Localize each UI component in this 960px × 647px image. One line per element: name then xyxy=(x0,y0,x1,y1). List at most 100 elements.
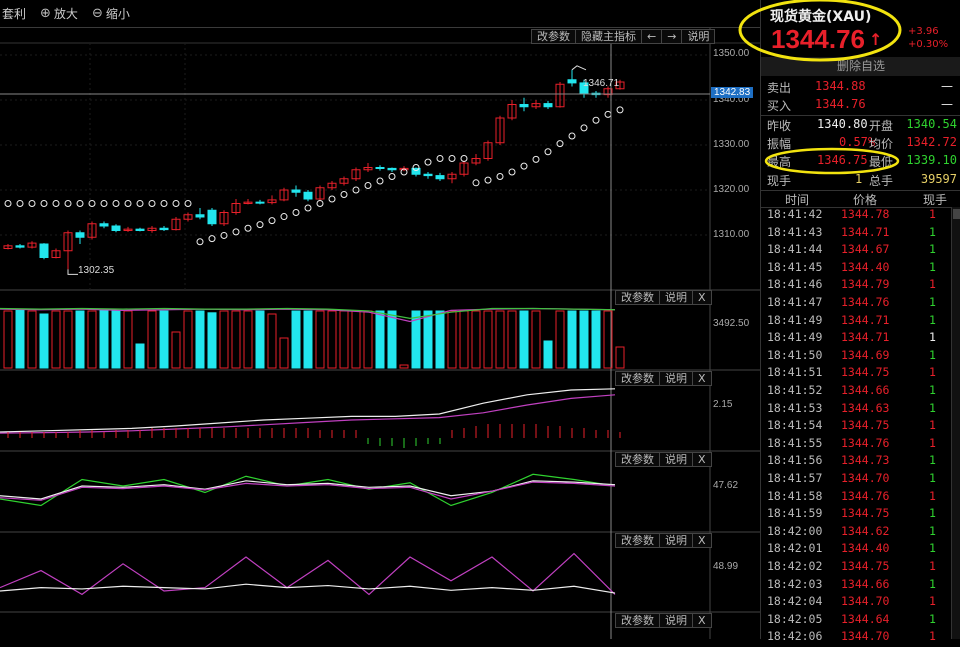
close-button[interactable]: X xyxy=(693,291,711,304)
arbitrage-button[interactable]: 套利 xyxy=(2,5,26,22)
help-button[interactable]: 说明 xyxy=(682,30,714,43)
zoom-in-button[interactable]: ⊕ 放大 xyxy=(40,5,78,22)
scroll-up-arrow-icon[interactable] xyxy=(953,209,960,219)
ticks-scrollbar[interactable] xyxy=(951,207,960,639)
zoom-out-icon: ⊖ xyxy=(91,6,103,21)
volume-bar xyxy=(147,310,157,369)
volume-bar xyxy=(15,309,25,369)
hide-main-indicator-button[interactable]: 隐藏主指标 xyxy=(576,30,642,43)
tick-volume: 1 xyxy=(929,629,936,644)
sar-dot xyxy=(16,200,24,207)
sar-dot xyxy=(196,238,204,246)
sar-dot xyxy=(460,155,468,162)
sar-dot xyxy=(496,173,504,180)
zoom-in-label: 放大 xyxy=(53,7,78,21)
sar-dot xyxy=(172,200,180,207)
divider xyxy=(761,115,960,116)
tick-volume: 1 xyxy=(929,383,936,397)
tick-volume: 1 xyxy=(929,594,936,609)
tick-time: 18:42:05 xyxy=(767,611,823,626)
volume-bar xyxy=(375,310,385,369)
help-button[interactable]: 说明 xyxy=(660,372,693,385)
close-button[interactable]: X xyxy=(693,372,711,385)
arrow-left-button[interactable]: ← xyxy=(642,30,663,43)
tick-time: 18:42:04 xyxy=(767,594,823,609)
tick-volume: 1 xyxy=(929,506,936,521)
edit-params-button[interactable]: 改参数 xyxy=(616,534,660,547)
tick-price: 1344.73 xyxy=(841,453,890,468)
tick-volume: 1 xyxy=(929,541,936,556)
sar-dot xyxy=(580,124,588,132)
tick-time: 18:41:42 xyxy=(767,207,823,221)
sar-dot xyxy=(40,200,48,207)
tick-price: 1344.70 xyxy=(841,471,890,485)
bid-row: 买入 1344.76 — xyxy=(767,97,957,115)
indicator-buttons: 改参数 说明 X xyxy=(615,371,712,386)
tick-row: 18:41:55 1344.76 1 xyxy=(767,436,953,454)
volume-bar xyxy=(567,310,577,369)
volume-bar xyxy=(507,310,517,369)
tick-volume: 1 xyxy=(929,277,936,292)
tick-volume: 1 xyxy=(929,471,936,485)
indicator-axis-label: 48.99 xyxy=(713,561,739,572)
indicator-buttons: 改参数 说明 X xyxy=(615,290,712,305)
close-button[interactable]: X xyxy=(693,614,711,627)
tick-volume: 1 xyxy=(929,365,936,380)
tick-row: 18:41:51 1344.75 1 xyxy=(767,365,953,383)
tick-price: 1344.79 xyxy=(841,277,890,292)
sar-dot xyxy=(316,200,324,207)
tick-time: 18:41:50 xyxy=(767,347,823,362)
tick-price: 1344.40 xyxy=(841,541,890,556)
help-button[interactable]: 说明 xyxy=(660,453,693,466)
edit-params-button[interactable]: 改参数 xyxy=(532,30,576,43)
open-price: 1340.54 xyxy=(906,117,957,131)
help-button[interactable]: 说明 xyxy=(660,534,693,547)
low-marker-label: 1302.35 xyxy=(78,265,115,276)
help-button[interactable]: 说明 xyxy=(660,291,693,304)
macd-dif-line xyxy=(0,388,616,433)
sar-dot xyxy=(556,140,564,148)
zoom-out-button[interactable]: ⊖ 缩小 xyxy=(92,5,130,22)
volume-bar xyxy=(471,310,481,369)
help-button[interactable]: 说明 xyxy=(660,614,693,627)
tick-price: 1344.64 xyxy=(841,611,890,626)
edit-params-button[interactable]: 改参数 xyxy=(616,453,660,466)
close-button[interactable]: X xyxy=(693,534,711,547)
volume-bar xyxy=(423,310,433,369)
sar-dot xyxy=(604,110,612,118)
tick-time: 18:41:43 xyxy=(767,224,823,239)
chart-area[interactable]: 改参数 隐藏主指标 ← → 说明 1350.00 1340.00 1330.00… xyxy=(0,28,760,639)
volume-bar xyxy=(75,310,85,369)
edit-params-button[interactable]: 改参数 xyxy=(616,614,660,627)
candle-body xyxy=(423,173,433,177)
high-marker-label: 1346.71 xyxy=(583,78,620,89)
volume-bar xyxy=(183,310,193,369)
tick-row: 18:42:01 1344.40 1 xyxy=(767,541,953,559)
volume-bar xyxy=(279,337,289,369)
tick-price: 1344.75 xyxy=(841,506,890,521)
candle-body xyxy=(303,191,313,200)
kdj-line xyxy=(0,480,616,500)
candle-body xyxy=(207,209,217,225)
sar-dot xyxy=(376,177,384,185)
indicator-axis-label: 2.15 xyxy=(713,399,733,410)
tick-row: 18:41:56 1344.73 1 xyxy=(767,453,953,471)
edit-params-button[interactable]: 改参数 xyxy=(616,372,660,385)
edit-params-button[interactable]: 改参数 xyxy=(616,291,660,304)
candle-body xyxy=(291,189,301,193)
volume-bar xyxy=(519,310,529,369)
volume-bar xyxy=(267,313,277,369)
tick-price: 1344.75 xyxy=(841,418,890,433)
sar-dot xyxy=(52,200,60,207)
stat-row: 最高 1346.75 最低 1339.10 xyxy=(767,153,957,171)
arrow-right-button[interactable]: → xyxy=(662,30,683,43)
tick-time: 18:41:58 xyxy=(767,488,823,503)
tick-time: 18:42:03 xyxy=(767,576,823,591)
remove-watchlist-button[interactable]: 删除自选 xyxy=(761,57,960,76)
tick-row: 18:41:50 1344.69 1 xyxy=(767,348,953,366)
macd-dea-line xyxy=(0,394,616,434)
sar-dot xyxy=(328,195,336,203)
tick-time: 18:41:46 xyxy=(767,277,823,292)
tick-volume: 1 xyxy=(929,295,936,309)
close-button[interactable]: X xyxy=(693,453,711,466)
